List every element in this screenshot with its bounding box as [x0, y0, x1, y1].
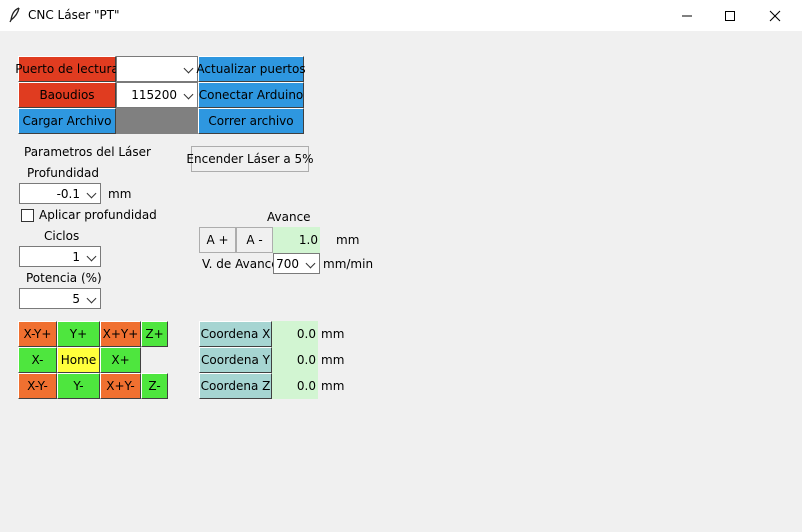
- chevron-down-icon: [86, 293, 97, 303]
- depth-value: -0.1: [56, 186, 80, 201]
- file-name-display: [116, 108, 198, 134]
- feed-speed-value: 700: [276, 256, 299, 271]
- coord-x-unit: mm: [321, 327, 345, 341]
- jog-xm-ym-button[interactable]: X-Y-: [18, 373, 57, 399]
- coord-x-value: 0.0: [272, 321, 318, 347]
- coord-y-label: Coordena Y: [199, 347, 272, 373]
- port-label: Puerto de lectura: [15, 56, 119, 82]
- maximize-button[interactable]: [707, 0, 753, 31]
- chevron-down-icon: [86, 188, 97, 198]
- feed-speed-select[interactable]: 700: [273, 253, 320, 274]
- jog-xp-ym-button[interactable]: X+Y-: [100, 373, 141, 399]
- minimize-icon: [682, 15, 692, 16]
- jog-zm-button[interactable]: Z-: [141, 373, 168, 399]
- baud-label: Baoudios: [18, 82, 116, 108]
- home-button[interactable]: Home: [57, 347, 100, 373]
- jog-yp-button[interactable]: Y+: [57, 321, 100, 347]
- feed-title: Avance: [267, 210, 311, 224]
- cycles-select[interactable]: 1: [19, 246, 101, 267]
- feather-icon: [9, 7, 20, 23]
- power-value: 5: [72, 291, 80, 306]
- apply-depth-checkbox[interactable]: [21, 209, 34, 222]
- refresh-ports-button[interactable]: Actualizar puertos: [196, 56, 306, 82]
- window-title: CNC Láser "PT": [28, 8, 120, 22]
- close-button[interactable]: [752, 0, 798, 31]
- chevron-down-icon: [86, 251, 97, 261]
- close-icon: [769, 10, 781, 21]
- baud-value: 115200: [131, 88, 177, 102]
- jog-xp-yp-button[interactable]: X+Y+: [100, 321, 141, 347]
- maximize-icon: [725, 10, 735, 21]
- feed-step-unit: mm: [336, 233, 360, 247]
- baud-select[interactable]: 115200: [116, 82, 198, 108]
- depth-label: Profundidad: [27, 166, 100, 180]
- cycles-label: Ciclos: [44, 229, 80, 243]
- coord-z-label: Coordena Z: [199, 373, 272, 399]
- depth-unit: mm: [108, 187, 132, 201]
- jog-xm-button[interactable]: X-: [18, 347, 57, 373]
- jog-xm-yp-button[interactable]: X-Y+: [18, 321, 57, 347]
- coord-y-unit: mm: [321, 353, 345, 367]
- jog-zp-button[interactable]: Z+: [141, 321, 168, 347]
- load-file-button[interactable]: Cargar Archivo: [18, 108, 116, 134]
- power-label: Potencia (%): [26, 271, 102, 285]
- feed-increase-button[interactable]: A +: [199, 227, 236, 253]
- title-bar: CNC Láser "PT": [0, 0, 802, 31]
- coord-y-value: 0.0: [272, 347, 318, 373]
- coord-z-unit: mm: [321, 379, 345, 393]
- apply-depth-label: Aplicar profundidad: [39, 208, 157, 222]
- coord-z-value: 0.0: [272, 373, 318, 399]
- feed-decrease-button[interactable]: A -: [236, 227, 273, 253]
- coord-x-label: Coordena X: [199, 321, 272, 347]
- depth-select[interactable]: -0.1: [19, 183, 101, 204]
- port-select[interactable]: [116, 56, 198, 82]
- jog-ym-button[interactable]: Y-: [57, 373, 100, 399]
- feed-step-value: 1.0: [273, 227, 320, 253]
- laser-params-title: Parametros del Láser: [24, 145, 151, 159]
- cycles-value: 1: [72, 249, 80, 264]
- power-select[interactable]: 5: [19, 288, 101, 309]
- run-file-button[interactable]: Correr archivo: [198, 108, 304, 134]
- feed-speed-label: V. de Avance: [202, 257, 279, 271]
- chevron-down-icon: [183, 63, 194, 74]
- chevron-down-icon: [305, 258, 316, 268]
- minimize-button[interactable]: [664, 0, 710, 31]
- chevron-down-icon: [183, 89, 194, 100]
- connect-arduino-button[interactable]: Conectar Arduino: [198, 82, 304, 108]
- jog-xp-button[interactable]: X+: [100, 347, 141, 373]
- laser-power-on-button[interactable]: Encender Láser a 5%: [186, 146, 314, 172]
- feed-speed-unit: mm/min: [323, 257, 374, 271]
